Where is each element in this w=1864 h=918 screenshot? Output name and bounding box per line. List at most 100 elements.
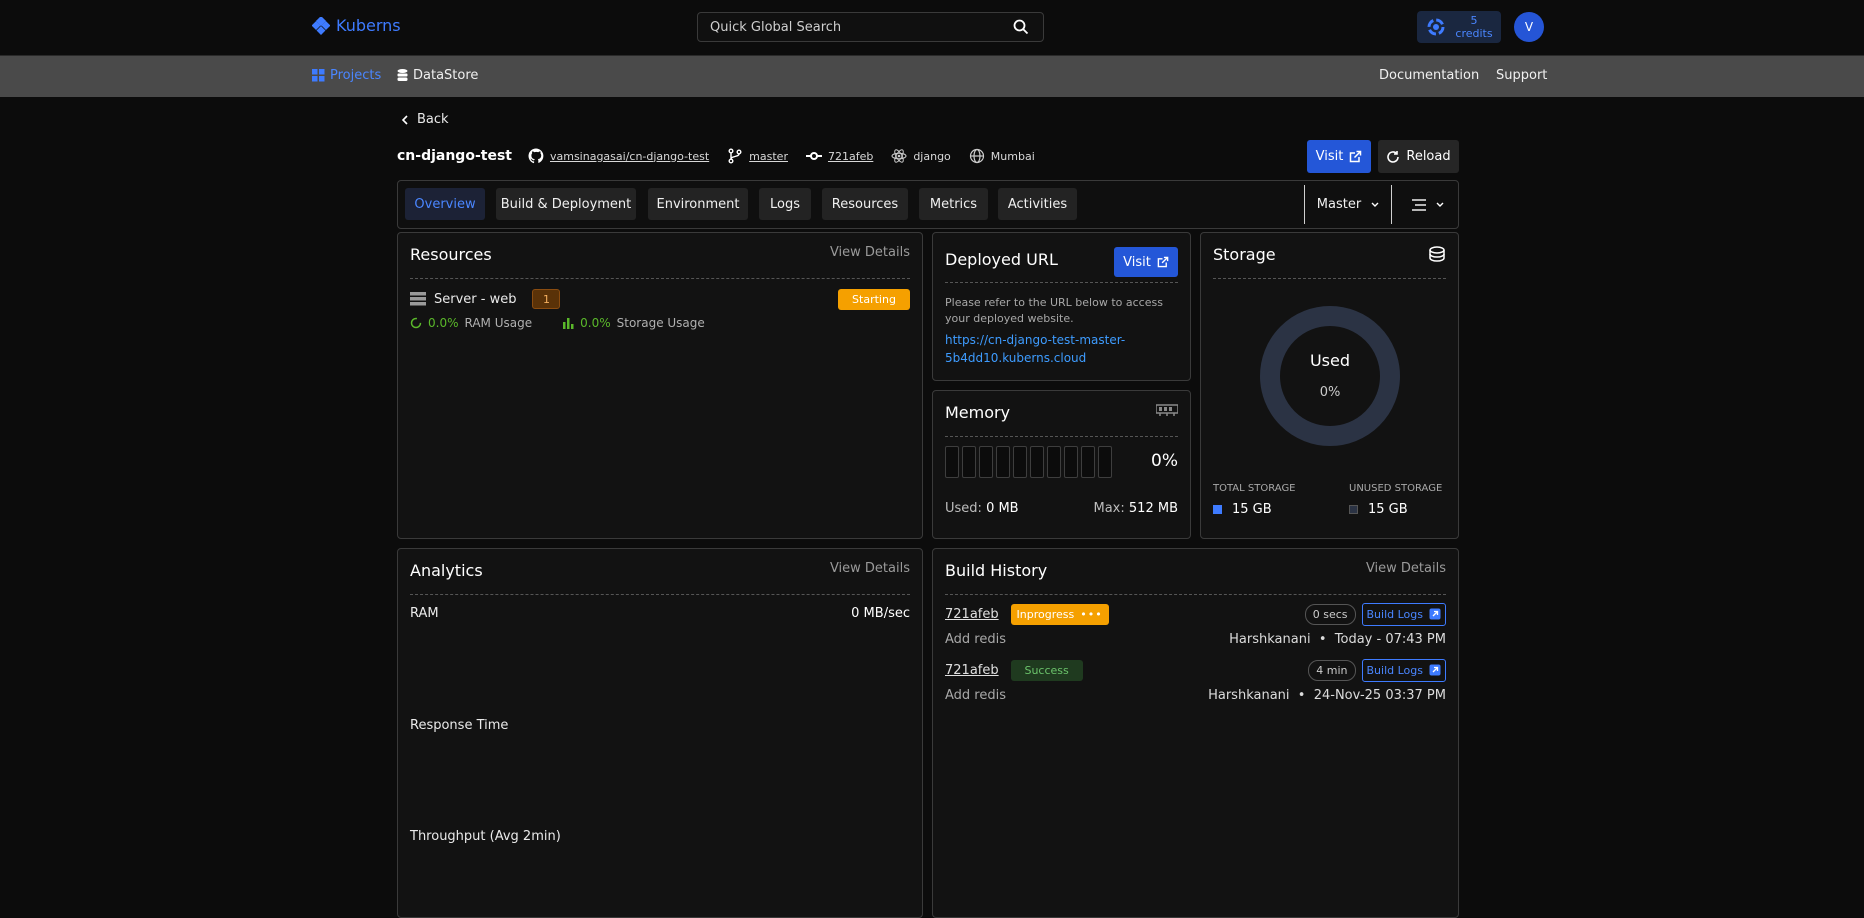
memory-title: Memory xyxy=(945,403,1011,422)
tab-resources[interactable]: Resources xyxy=(822,188,908,220)
deployed-visit-button[interactable]: Visit xyxy=(1114,247,1178,277)
build-commit-link[interactable]: 721afeb xyxy=(945,663,999,678)
memory-bar-segment xyxy=(996,446,1010,478)
search-placeholder: Quick Global Search xyxy=(710,19,842,35)
build-time: Today - 07:43 PM xyxy=(1334,632,1446,647)
storage-usage-label: Storage Usage xyxy=(616,316,705,330)
global-search-input[interactable]: Quick Global Search xyxy=(697,12,1044,42)
credits-icon xyxy=(1427,18,1445,36)
memory-card: Memory 0% Used: 0 MB Max: 512 MB xyxy=(932,390,1191,539)
branch-selector-value: Master xyxy=(1316,197,1362,212)
analytics-view-details[interactable]: View Details xyxy=(830,561,910,576)
git-commit-icon xyxy=(805,152,822,160)
grid-icon xyxy=(312,69,325,82)
status-badge: Starting xyxy=(838,289,910,310)
analytics-card: Analytics View Details RAM 0 MB/sec Resp… xyxy=(397,548,923,918)
tab-activities[interactable]: Activities xyxy=(998,188,1077,220)
tab-logs[interactable]: Logs xyxy=(759,188,811,220)
storage-card: Storage Used 0% TOTAL STORAGE 15 GB UNUS… xyxy=(1200,232,1459,539)
view-menu-selector[interactable] xyxy=(1402,193,1454,217)
memory-bar-segment xyxy=(1013,446,1027,478)
kuberns-logo-icon xyxy=(312,16,330,35)
nav-documentation[interactable]: Documentation xyxy=(1379,68,1479,83)
memory-usage-bars xyxy=(945,446,1112,478)
branch-selector[interactable]: Master xyxy=(1304,185,1392,224)
storage-center-label: Used xyxy=(1309,351,1351,370)
memory-bar-segment xyxy=(1081,446,1095,478)
tab-metrics[interactable]: Metrics xyxy=(919,188,988,220)
instance-count-badge: 1 xyxy=(532,289,561,309)
build-commit-link[interactable]: 721afeb xyxy=(945,607,999,622)
memory-percent: 0% xyxy=(1151,451,1178,471)
nav-projects[interactable]: Projects xyxy=(312,68,381,83)
deployed-url-link[interactable]: https://cn-django-test-master-5b4dd10.ku… xyxy=(945,331,1145,367)
build-logs-button[interactable]: Build Logs xyxy=(1361,658,1446,682)
build-author: Harshkanani xyxy=(1208,688,1290,703)
bar-chart-icon xyxy=(563,318,574,329)
memory-used: Used: 0 MB xyxy=(945,501,1019,516)
region-label: Mumbai xyxy=(990,149,1035,163)
commit-link[interactable]: 721afeb xyxy=(828,150,873,163)
resources-title: Resources xyxy=(410,245,492,264)
build-author: Harshkanani xyxy=(1229,632,1311,647)
tab-overview[interactable]: Overview xyxy=(405,188,485,220)
tab-environment[interactable]: Environment xyxy=(648,188,748,220)
unused-storage-value: 15 GB xyxy=(1368,502,1408,517)
deployed-visit-label: Visit xyxy=(1123,254,1151,270)
sub-navigation: Projects DataStore Documentation Support xyxy=(0,56,1864,97)
back-button[interactable]: Back xyxy=(401,112,449,127)
memory-bar-segment xyxy=(1047,446,1061,478)
storage-usage-stat: 0.0% Storage Usage xyxy=(562,316,705,330)
branch-link[interactable]: master xyxy=(749,150,788,163)
build-message: Add redis xyxy=(945,688,1006,703)
visit-label: Visit xyxy=(1315,149,1344,164)
reload-button[interactable]: Reload xyxy=(1378,140,1459,173)
build-row: 721afeb Success 4 min Build Logs xyxy=(945,658,1446,682)
tab-build-deployment[interactable]: Build & Deployment xyxy=(496,188,636,220)
external-link-icon xyxy=(1350,150,1362,163)
ram-usage-stat: 0.0% RAM Usage xyxy=(410,316,532,330)
memory-used-value: 0 MB xyxy=(986,501,1019,516)
build-meta: Add redis Harshkanani • 24-Nov-25 03:37 … xyxy=(945,688,1446,706)
user-avatar[interactable]: V xyxy=(1514,12,1544,42)
build-history-title: Build History xyxy=(945,561,1048,580)
unused-storage-label: UNUSED STORAGE xyxy=(1349,483,1443,494)
storage-center-pct: 0% xyxy=(1319,385,1341,400)
build-logs-label: Build Logs xyxy=(1366,607,1424,621)
open-external-icon xyxy=(1429,608,1441,620)
build-logs-button[interactable]: Build Logs xyxy=(1361,602,1446,626)
search-icon xyxy=(1013,19,1029,35)
server-icon xyxy=(410,292,426,306)
memory-bar-segment xyxy=(979,446,993,478)
build-message: Add redis xyxy=(945,632,1006,647)
memory-bar-segment xyxy=(1030,446,1044,478)
build-meta: Add redis Harshkanani • Today - 07:43 PM xyxy=(945,632,1446,650)
server-item[interactable]: Server - web 1 xyxy=(410,289,561,309)
deployed-url-description: Please refer to the URL below to access … xyxy=(945,296,1163,325)
memory-bar-segment xyxy=(945,446,959,478)
chevron-down-icon xyxy=(1371,202,1379,207)
resources-view-details[interactable]: View Details xyxy=(830,245,910,260)
build-status-label: Inprogress xyxy=(1016,607,1075,621)
credits-badge[interactable]: 5 credits xyxy=(1417,11,1501,43)
analytics-response-time-label: Response Time xyxy=(410,718,509,733)
memory-used-label: Used: xyxy=(945,501,982,516)
brand-logo-link[interactable]: Kuberns xyxy=(312,16,401,35)
build-history-view-details[interactable]: View Details xyxy=(1366,561,1446,576)
chevron-down-icon xyxy=(1436,202,1444,207)
server-name: Server - web xyxy=(434,291,517,307)
nav-datastore[interactable]: DataStore xyxy=(397,68,478,83)
legend-swatch-total xyxy=(1213,505,1222,514)
repo-link[interactable]: vamsinagasai/cn-django-test xyxy=(550,150,709,163)
memory-bar-segment xyxy=(962,446,976,478)
framework-label: django xyxy=(913,149,951,163)
memory-max-value: 512 MB xyxy=(1128,501,1178,516)
storage-donut-chart xyxy=(1260,306,1400,446)
nav-support[interactable]: Support xyxy=(1496,68,1547,83)
visit-button[interactable]: Visit xyxy=(1307,140,1371,173)
analytics-title: Analytics xyxy=(410,561,483,580)
storage-title: Storage xyxy=(1213,245,1276,264)
open-external-icon xyxy=(1429,664,1441,676)
credits-count: 5 xyxy=(1470,14,1478,27)
globe-icon xyxy=(969,148,984,164)
